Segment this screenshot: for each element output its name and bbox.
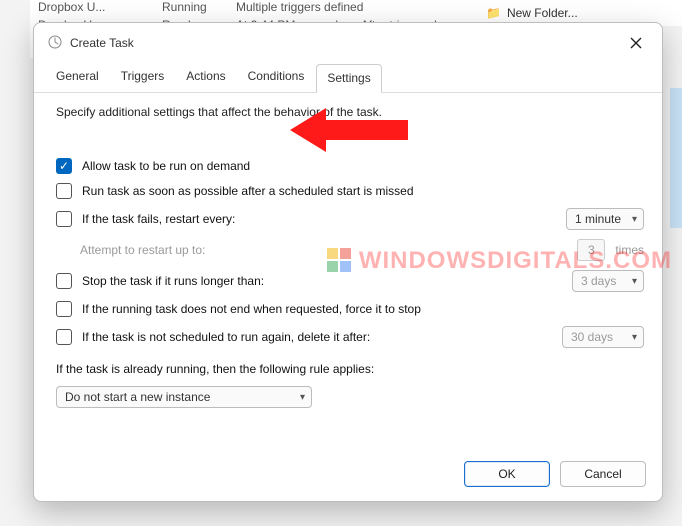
checkbox-stop-longer[interactable] [56, 273, 72, 289]
label-delete-after: If the task is not scheduled to run agai… [82, 330, 370, 344]
label-allow-on-demand: Allow task to be run on demand [82, 159, 250, 173]
checkbox-delete-after[interactable] [56, 329, 72, 345]
label-rule: If the task is already running, then the… [56, 362, 644, 376]
tab-actions[interactable]: Actions [176, 63, 235, 92]
checkbox-allow-on-demand[interactable] [56, 158, 72, 174]
select-stop-longer[interactable]: 3 days ▾ [572, 270, 644, 292]
label-times: times [615, 243, 644, 257]
chevron-down-icon: ▾ [632, 332, 637, 343]
clock-icon [48, 35, 62, 52]
tab-settings[interactable]: Settings [316, 64, 381, 93]
new-folder-label: New Folder... [507, 6, 578, 20]
dialog-footer: OK Cancel [34, 451, 662, 501]
titlebar: Create Task [34, 23, 662, 59]
checkbox-force-stop[interactable] [56, 301, 72, 317]
select-stop-longer-value: 3 days [581, 274, 616, 288]
side-accent [670, 88, 682, 228]
checkbox-run-asap[interactable] [56, 183, 72, 199]
folder-icon: 📁 [486, 6, 501, 20]
close-button[interactable] [622, 31, 650, 55]
tabs: General Triggers Actions Conditions Sett… [34, 59, 662, 93]
chevron-down-icon: ▾ [632, 276, 637, 287]
select-restart-every[interactable]: 1 minute ▾ [566, 208, 644, 230]
input-attempt-count[interactable]: 3 [577, 239, 605, 261]
select-running-rule-value: Do not start a new instance [65, 390, 210, 404]
select-delete-after-value: 30 days [571, 330, 613, 344]
select-running-rule[interactable]: Do not start a new instance ▾ [56, 386, 312, 408]
dialog-title: Create Task [70, 36, 134, 50]
label-attempt: Attempt to restart up to: [80, 243, 205, 257]
bg-task-status: Running [162, 0, 222, 14]
label-if-fails: If the task fails, restart every: [82, 212, 235, 226]
select-delete-after[interactable]: 30 days ▾ [562, 326, 644, 348]
chevron-down-icon: ▾ [300, 392, 305, 403]
select-restart-every-value: 1 minute [575, 212, 621, 226]
chevron-down-icon: ▾ [632, 214, 637, 225]
label-run-asap: Run task as soon as possible after a sch… [82, 184, 414, 198]
settings-description: Specify additional settings that affect … [56, 105, 644, 119]
tab-triggers[interactable]: Triggers [111, 63, 175, 92]
bg-task-name: Dropbox U... [38, 0, 148, 14]
cancel-button[interactable]: Cancel [560, 461, 646, 487]
label-stop-longer: Stop the task if it runs longer than: [82, 274, 264, 288]
label-force-stop: If the running task does not end when re… [82, 302, 421, 316]
checkbox-if-fails[interactable] [56, 211, 72, 227]
bg-task-trigger: Multiple triggers defined [236, 0, 363, 14]
tab-general[interactable]: General [46, 63, 109, 92]
tab-conditions[interactable]: Conditions [238, 63, 315, 92]
ok-button[interactable]: OK [464, 461, 550, 487]
close-icon [630, 37, 642, 49]
create-task-dialog: Create Task General Triggers Actions Con… [33, 22, 663, 502]
settings-panel: Specify additional settings that affect … [34, 93, 662, 451]
